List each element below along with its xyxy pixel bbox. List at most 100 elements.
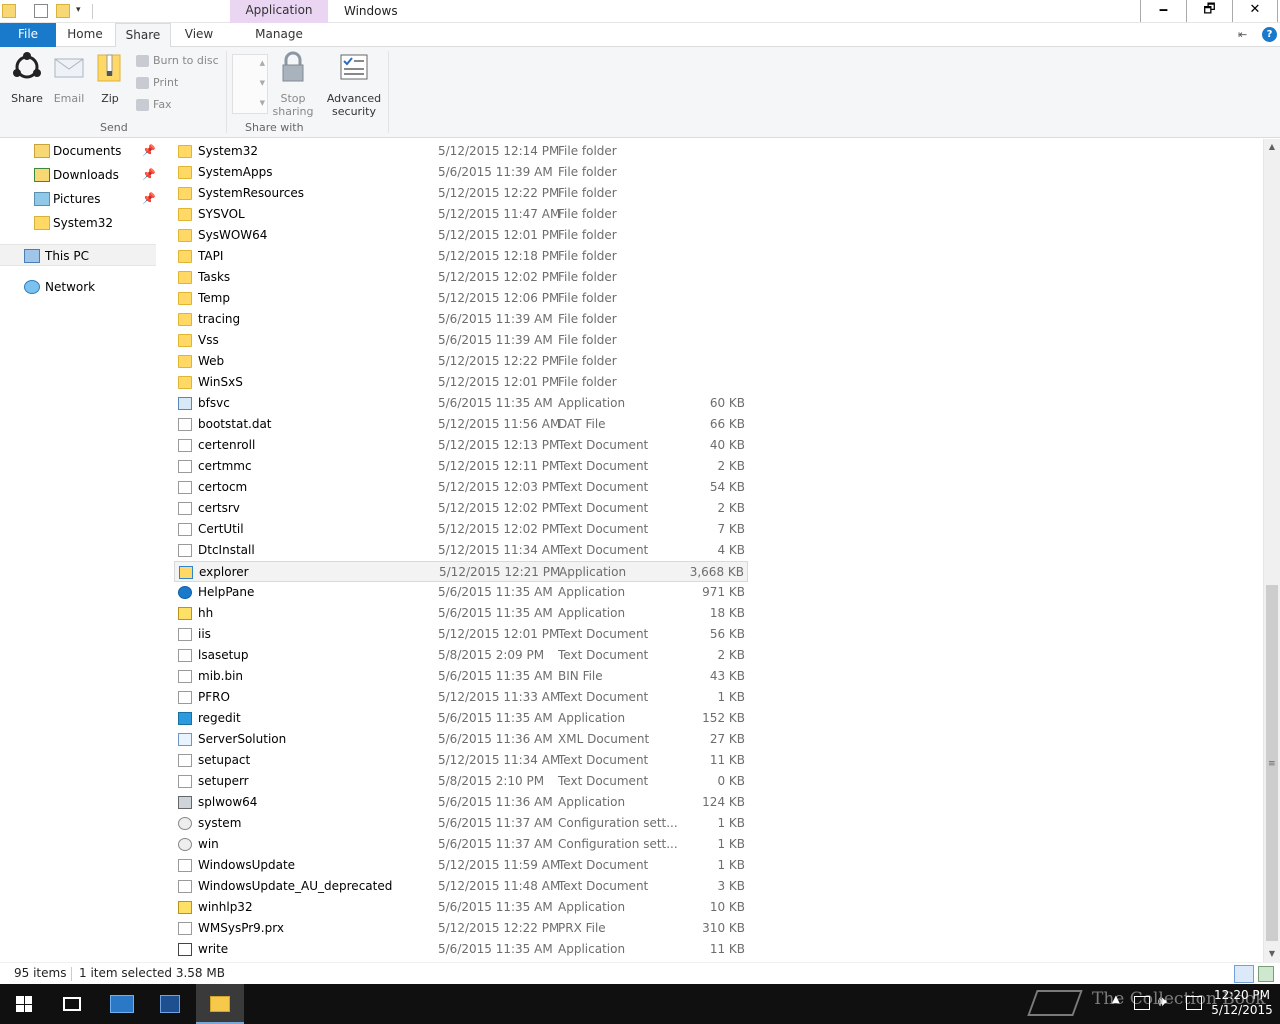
file-row[interactable]: write 5/6/2015 11:35 AM Application 11 KB bbox=[174, 939, 748, 960]
burn-to-disc-button[interactable]: Burn to disc bbox=[136, 53, 219, 71]
file-row[interactable]: winhlp32 5/6/2015 11:35 AM Application 10 K… bbox=[174, 897, 748, 918]
file-row[interactable]: SYSVOL 5/12/2015 11:47 AM File folder bbox=[174, 204, 748, 225]
large-icons-view-icon[interactable] bbox=[1258, 966, 1274, 982]
file-row[interactable]: CertUtil 5/12/2015 12:02 PM Text Document 7… bbox=[174, 519, 748, 540]
powershell-button[interactable] bbox=[146, 984, 194, 1024]
nav-item-system32[interactable]: System32 bbox=[0, 212, 156, 234]
file-row[interactable]: SysWOW64 5/12/2015 12:01 PM File folder bbox=[174, 225, 748, 246]
file-row[interactable]: certenroll 5/12/2015 12:13 PM Text Documen… bbox=[174, 435, 748, 456]
advanced-security-button[interactable]: Advanced security bbox=[326, 51, 382, 118]
collapse-ribbon-icon[interactable]: ⇤ bbox=[1238, 28, 1247, 41]
file-date-modified: 5/12/2015 12:03 PM bbox=[438, 480, 560, 494]
file-type: File folder bbox=[558, 312, 617, 326]
file-date-modified: 5/12/2015 12:14 PM bbox=[438, 144, 560, 158]
file-row[interactable]: Tasks 5/12/2015 12:02 PM File folder bbox=[174, 267, 748, 288]
stop-sharing-button[interactable]: Stop sharing bbox=[271, 51, 315, 118]
print-button[interactable]: Print bbox=[136, 75, 178, 93]
file-row[interactable]: SystemResources 5/12/2015 12:22 PM File fo… bbox=[174, 183, 748, 204]
file-row[interactable]: setupact 5/12/2015 11:34 AM Text Document 1… bbox=[174, 750, 748, 771]
doc-file-icon bbox=[178, 859, 192, 872]
file-row[interactable]: explorer 5/12/2015 12:21 PM Application 3,6… bbox=[174, 561, 748, 582]
file-row[interactable]: certocm 5/12/2015 12:03 PM Text Document 54… bbox=[174, 477, 748, 498]
nav-item-pictures[interactable]: Pictures 📌 bbox=[0, 188, 156, 210]
file-row[interactable]: Temp 5/12/2015 12:06 PM File folder bbox=[174, 288, 748, 309]
file-size: 3,668 KB bbox=[689, 565, 744, 579]
folder-file-icon bbox=[178, 166, 192, 179]
file-row[interactable]: System32 5/12/2015 12:14 PM File folder bbox=[174, 141, 748, 162]
minimize-button[interactable]: 🗕 bbox=[1140, 0, 1186, 22]
tab-share[interactable]: Share bbox=[115, 23, 171, 48]
nav-item-this-pc[interactable]: This PC bbox=[0, 244, 156, 266]
tab-home[interactable]: Home bbox=[58, 23, 112, 47]
file-row[interactable]: iis 5/12/2015 12:01 PM Text Document 56 KB bbox=[174, 624, 748, 645]
clock[interactable]: 12:20 PM 5/12/2015 bbox=[1210, 988, 1274, 1018]
file-row[interactable]: TAPI 5/12/2015 12:18 PM File folder bbox=[174, 246, 748, 267]
help-icon[interactable]: ? bbox=[1262, 27, 1277, 42]
pin-icon[interactable]: 📌 bbox=[142, 164, 156, 186]
vertical-scrollbar[interactable]: ▲ ≡ ▼ bbox=[1263, 139, 1280, 962]
file-row[interactable]: Vss 5/6/2015 11:39 AM File folder bbox=[174, 330, 748, 351]
file-row[interactable]: WindowsUpdate_AU_deprecated 5/12/2015 11:… bbox=[174, 876, 748, 897]
action-center-icon[interactable] bbox=[1186, 996, 1202, 1010]
tab-view[interactable]: View bbox=[175, 23, 223, 47]
scroll-up-icon[interactable]: ▲ bbox=[260, 59, 265, 67]
file-row[interactable]: WindowsUpdate 5/12/2015 11:59 AM Text Docu… bbox=[174, 855, 748, 876]
pin-icon[interactable]: 📌 bbox=[142, 188, 156, 210]
close-button[interactable]: ✕ bbox=[1232, 0, 1278, 22]
nav-item-network[interactable]: Network bbox=[0, 276, 156, 298]
tab-manage[interactable]: Manage bbox=[240, 23, 318, 47]
file-row[interactable]: bootstat.dat 5/12/2015 11:56 AM DAT File 66… bbox=[174, 414, 748, 435]
details-view-icon[interactable] bbox=[1234, 965, 1254, 983]
file-row[interactable]: PFRO 5/12/2015 11:33 AM Text Document 1 KB bbox=[174, 687, 748, 708]
email-button[interactable]: Email bbox=[50, 51, 88, 105]
show-hidden-icons-icon[interactable]: ▲ bbox=[1112, 994, 1120, 1024]
file-row[interactable]: mib.bin 5/6/2015 11:35 AM BIN File 43 KB bbox=[174, 666, 748, 687]
scroll-down-icon[interactable]: ▼ bbox=[1264, 946, 1280, 962]
start-button[interactable] bbox=[0, 984, 48, 1024]
file-row[interactable]: splwow64 5/6/2015 11:36 AM Application 124 … bbox=[174, 792, 748, 813]
volume-icon[interactable]: 🕪 bbox=[1158, 994, 1167, 1024]
file-row[interactable]: hh 5/6/2015 11:35 AM Application 18 KB bbox=[174, 603, 748, 624]
file-size: 7 KB bbox=[717, 522, 745, 536]
file-row[interactable]: certmmc 5/12/2015 12:11 PM Text Document 2 … bbox=[174, 456, 748, 477]
share-button[interactable]: Share bbox=[6, 51, 48, 105]
file-row[interactable]: Web 5/12/2015 12:22 PM File folder bbox=[174, 351, 748, 372]
fax-button[interactable]: Fax bbox=[136, 97, 172, 115]
restore-button[interactable]: 🗗 bbox=[1186, 0, 1232, 22]
file-row[interactable]: setuperr 5/8/2015 2:10 PM Text Document 0 K… bbox=[174, 771, 748, 792]
file-row[interactable]: WinSxS 5/12/2015 12:01 PM File folder bbox=[174, 372, 748, 393]
file-row[interactable]: ServerSolution 5/6/2015 11:36 AM XML Docum… bbox=[174, 729, 748, 750]
nav-item-documents[interactable]: Documents 📌 bbox=[0, 140, 156, 162]
task-view-button[interactable] bbox=[48, 984, 96, 1024]
file-row[interactable]: lsasetup 5/8/2015 2:09 PM Text Document 2 K… bbox=[174, 645, 748, 666]
file-row[interactable]: WMSysPr9.prx 5/12/2015 12:22 PM PRX File 31… bbox=[174, 918, 748, 939]
file-row[interactable]: DtcInstall 5/12/2015 11:34 AM Text Documen… bbox=[174, 540, 748, 561]
file-row[interactable]: regedit 5/6/2015 11:35 AM Application 152 K… bbox=[174, 708, 748, 729]
file-explorer-button[interactable] bbox=[196, 984, 244, 1024]
file-row[interactable]: bfsvc 5/6/2015 11:35 AM Application 60 KB bbox=[174, 393, 748, 414]
file-row[interactable]: system 5/6/2015 11:37 AM Configuration set… bbox=[174, 813, 748, 834]
properties-icon[interactable] bbox=[34, 4, 48, 18]
quick-access-dropdown-icon[interactable]: ▾ bbox=[76, 5, 81, 15]
file-row[interactable]: HelpPane 5/6/2015 11:35 AM Application 971 … bbox=[174, 582, 748, 603]
file-row[interactable]: win 5/6/2015 11:37 AM Configuration sett..… bbox=[174, 834, 748, 855]
file-date-modified: 5/12/2015 12:01 PM bbox=[438, 627, 560, 641]
file-row[interactable]: SystemApps 5/6/2015 11:39 AM File folder bbox=[174, 162, 748, 183]
server-manager-button[interactable] bbox=[98, 984, 146, 1024]
file-row[interactable]: certsrv 5/12/2015 12:02 PM Text Document 2 … bbox=[174, 498, 748, 519]
scroll-up-icon[interactable]: ▲ bbox=[1264, 139, 1280, 155]
folder-icon[interactable] bbox=[2, 4, 16, 18]
pin-icon[interactable]: 📌 bbox=[142, 140, 156, 162]
nav-item-downloads[interactable]: Downloads 📌 bbox=[0, 164, 156, 186]
expand-icon[interactable]: ▼ bbox=[260, 99, 265, 107]
xml-file-icon bbox=[178, 733, 192, 746]
file-name: Tasks bbox=[198, 270, 231, 284]
share-with-list[interactable]: ▲ ▼ ▼ bbox=[232, 54, 268, 114]
zip-button[interactable]: Zip bbox=[92, 51, 128, 105]
network-tray-icon[interactable] bbox=[1134, 996, 1150, 1010]
file-row[interactable]: tracing 5/6/2015 11:39 AM File folder bbox=[174, 309, 748, 330]
scroll-down-icon[interactable]: ▼ bbox=[260, 79, 265, 87]
new-folder-icon[interactable] bbox=[56, 4, 70, 18]
file-date-modified: 5/12/2015 12:18 PM bbox=[438, 249, 560, 263]
tab-file[interactable]: File bbox=[0, 23, 56, 47]
